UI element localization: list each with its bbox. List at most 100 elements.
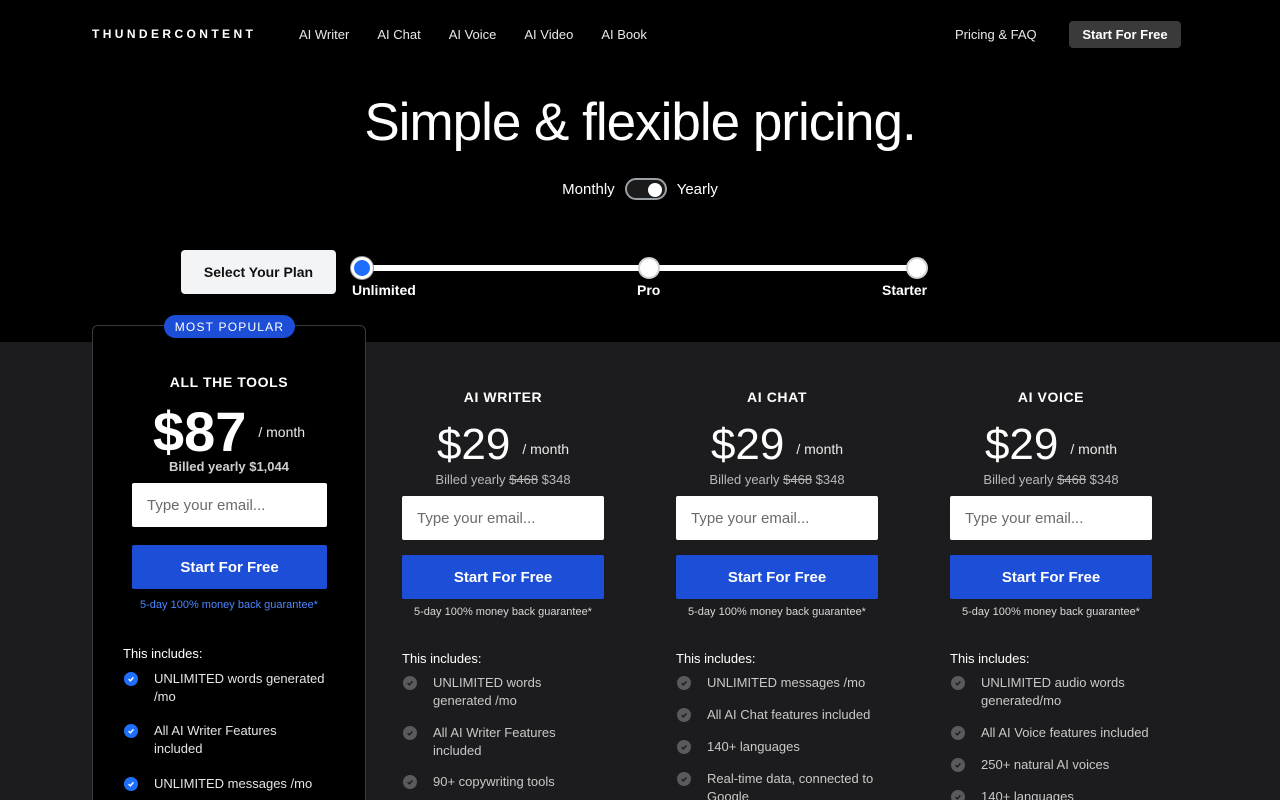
billed-yearly-text: Billed yearly $468 $348 (676, 472, 878, 487)
feature-text: 140+ languages (981, 789, 1074, 800)
feature-text: UNLIMITED messages /mo (154, 776, 313, 791)
start-free-button[interactable]: Start For Free (950, 555, 1152, 599)
billed-prefix: Billed yearly (435, 472, 506, 487)
plan-price: $29 (984, 420, 1059, 469)
feature-text: All AI Writer Features included (154, 723, 277, 756)
list-item: 250+ natural AI voices (951, 756, 1151, 774)
list-item: All AI Chat features included (677, 706, 877, 724)
start-free-button[interactable]: Start For Free (676, 555, 878, 599)
start-free-button[interactable]: Start For Free (402, 555, 604, 599)
plan-name: AI VOICE (1017, 389, 1085, 405)
list-item: All AI Voice features included (951, 724, 1153, 742)
check-icon (403, 775, 417, 789)
feature-text: Real-time data, connected to Google (707, 771, 874, 800)
price-period: / month (1070, 441, 1118, 457)
toggle-knob (647, 183, 662, 197)
check-icon (403, 676, 417, 690)
feature-text: UNLIMITED words generated /mo (433, 675, 542, 708)
list-item: UNLIMITED messages /mo (677, 674, 877, 692)
includes-title: This includes: (950, 651, 1030, 666)
plan-card-ai-voice: AI VOICE $29 / month Billed yearly $468 … (950, 342, 1152, 800)
feature-text: UNLIMITED messages /mo (707, 675, 866, 690)
nav-links: AI Writer AI Chat AI Voice AI Video AI B… (299, 27, 647, 42)
billed-old-price: $468 (1057, 472, 1087, 487)
includes-title: This includes: (123, 646, 203, 661)
plan-label-starter[interactable]: Starter (882, 282, 927, 298)
page-title: Simple & flexible pricing. (364, 93, 916, 152)
plan-price: $87 (152, 400, 247, 463)
plan-card-ai-writer: AI WRITER $29 / month Billed yearly $468… (402, 342, 604, 800)
select-plan-button[interactable]: Select Your Plan (181, 250, 336, 294)
feature-text: UNLIMITED words generated /mo (154, 671, 325, 704)
nav-link-ai-book[interactable]: AI Book (601, 27, 647, 42)
billed-new-price: $348 (541, 472, 571, 487)
check-icon (124, 724, 138, 738)
billing-period-switch: Monthly Yearly (0, 178, 1280, 200)
money-back-guarantee: 5-day 100% money back guarantee* (688, 606, 866, 618)
billed-prefix: Billed yearly (709, 472, 780, 487)
list-item: Real-time data, connected to Google (677, 770, 877, 800)
plan-label-unlimited[interactable]: Unlimited (352, 282, 416, 298)
feature-text: 250+ natural AI voices (981, 757, 1110, 772)
yearly-label[interactable]: Yearly (677, 181, 718, 198)
email-field[interactable] (402, 496, 604, 540)
billed-yearly-text: Billed yearly $468 $348 (402, 472, 604, 487)
list-item: All AI Writer Features included (124, 722, 324, 758)
includes-title: This includes: (402, 651, 482, 666)
billed-old-price: $468 (783, 472, 813, 487)
feature-text: All AI Writer Features included (433, 725, 556, 758)
price-row: $29 / month (676, 423, 878, 467)
monthly-label[interactable]: Monthly (562, 181, 615, 198)
email-field[interactable] (950, 496, 1152, 540)
billed-new-price: $348 (815, 472, 845, 487)
billing-toggle[interactable] (624, 178, 667, 200)
nav-link-pricing-faq[interactable]: Pricing & FAQ (955, 27, 1037, 42)
feature-text: 90+ copywriting tools (433, 774, 555, 789)
plan-label-pro[interactable]: Pro (637, 282, 660, 298)
list-item: UNLIMITED audio words generated/mo (951, 674, 1131, 710)
start-free-button[interactable]: Start For Free (132, 545, 327, 589)
plan-slider-dot-pro[interactable] (638, 257, 660, 279)
nav-link-ai-writer[interactable]: AI Writer (299, 27, 349, 42)
plan-name: AI CHAT (747, 389, 807, 405)
nav-link-ai-voice[interactable]: AI Voice (449, 27, 497, 42)
list-item: UNLIMITED words generated /mo (124, 670, 344, 706)
check-icon (677, 772, 691, 786)
check-icon (124, 777, 138, 791)
billed-new-price: $348 (1089, 472, 1119, 487)
check-icon (124, 672, 138, 686)
price-period: / month (796, 441, 844, 457)
price-row: $29 / month (950, 423, 1152, 467)
billed-prefix: Billed yearly (983, 472, 1054, 487)
feature-text: 140+ languages (707, 739, 800, 754)
price-row: $87 / month (93, 404, 365, 460)
nav-link-ai-chat[interactable]: AI Chat (377, 27, 420, 42)
featured-plan-card: ALL THE TOOLS $87 / month Billed yearly … (92, 325, 366, 800)
list-item: UNLIMITED messages /mo (124, 775, 344, 793)
list-item: UNLIMITED words generated /mo (403, 674, 603, 710)
price-period: / month (522, 441, 570, 457)
nav-start-free-button[interactable]: Start For Free (1069, 21, 1181, 48)
brand-logo[interactable]: THUNDERCONTENT (92, 27, 256, 41)
email-field[interactable] (676, 496, 878, 540)
plan-slider-dot-unlimited[interactable] (351, 257, 373, 279)
price-row: $29 / month (402, 423, 604, 467)
nav-link-ai-video[interactable]: AI Video (524, 27, 573, 42)
list-item: All AI Writer Features included (403, 724, 573, 760)
plan-name: ALL THE TOOLS (169, 374, 289, 390)
price-period: / month (258, 424, 306, 440)
feature-text: All AI Chat features included (707, 707, 871, 722)
check-icon (403, 726, 417, 740)
billed-yearly-text: Billed yearly $1,044 (169, 459, 289, 474)
email-field[interactable] (132, 483, 327, 527)
money-back-guarantee: 5-day 100% money back guarantee* (140, 599, 318, 611)
list-item: 140+ languages (951, 788, 1151, 800)
plan-slider-dot-starter[interactable] (906, 257, 928, 279)
feature-text: All AI Voice features included (981, 725, 1149, 740)
list-item: 140+ languages (677, 738, 877, 756)
plan-price: $29 (436, 420, 511, 469)
includes-title: This includes: (676, 651, 756, 666)
list-item: 90+ copywriting tools (403, 773, 603, 791)
check-icon (951, 676, 965, 690)
check-icon (677, 676, 691, 690)
